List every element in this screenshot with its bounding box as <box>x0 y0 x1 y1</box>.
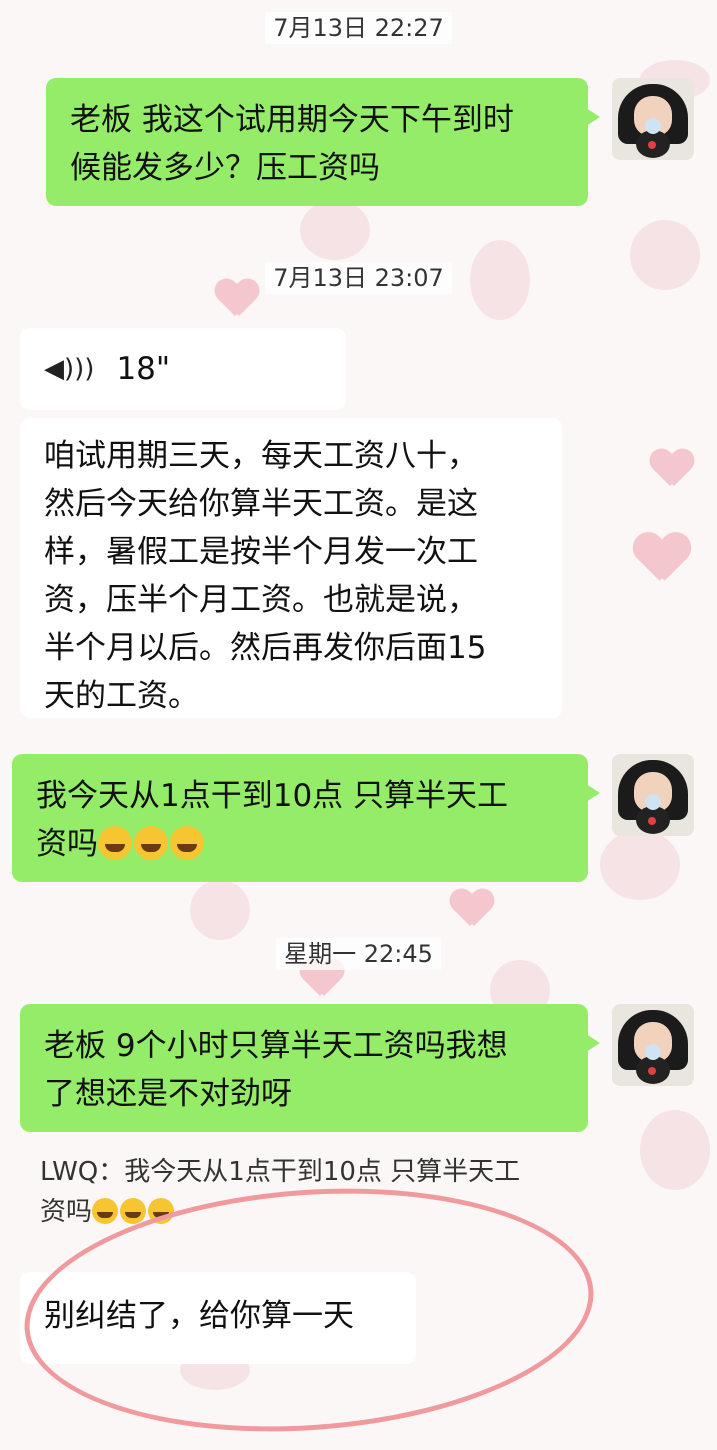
message-text-line: 然后今天给你算半天工资。是这 <box>44 486 478 522</box>
sent-message-bubble[interactable]: 老板 9个小时只算半天工资吗我想 了想还是不对劲呀 <box>20 1004 600 1132</box>
laughing-crying-emoji-icon <box>92 1198 119 1224</box>
heart-icon <box>650 450 694 490</box>
laughing-crying-emoji-icon <box>120 1198 147 1224</box>
avatar[interactable] <box>612 1004 694 1086</box>
laughing-crying-emoji-icon <box>98 826 132 860</box>
message-text-line: 天的工资。 <box>44 678 199 714</box>
timestamp: 7月13日 22:27 <box>0 8 717 44</box>
message-text-line: 我今天从1点干到10点 只算半天工 <box>36 778 509 814</box>
quoted-message[interactable]: LWQ：我今天从1点干到10点 只算半天工 资吗 <box>40 1152 600 1232</box>
quote-text-line: LWQ：我今天从1点干到10点 只算半天工 <box>40 1157 521 1187</box>
voice-icon: ◀))) <box>44 354 95 384</box>
message-text-line: 样，暑假工是按半个月发一次工 <box>44 534 478 570</box>
message-text-line: 老板 9个小时只算半天工资吗我想 <box>44 1028 508 1064</box>
background-decoration <box>190 880 250 940</box>
background-decoration <box>300 200 370 260</box>
avatar[interactable] <box>612 754 694 836</box>
message-text-line: 资，压半个月工资。也就是说， <box>44 582 478 618</box>
sent-message-bubble[interactable]: 我今天从1点干到10点 只算半天工 资吗 <box>12 754 600 882</box>
message-text-line: 别纠结了，给你算一天 <box>44 1298 354 1334</box>
sent-message-bubble[interactable]: 老板 我这个试用期今天下午到时 候能发多少？压工资吗 <box>46 78 600 206</box>
laughing-crying-emoji-icon <box>148 1198 175 1224</box>
message-text-line: 了想还是不对劲呀 <box>44 1076 292 1112</box>
quote-text-line: 资吗 <box>40 1192 600 1232</box>
timestamp: 星期一 22:45 <box>0 934 717 970</box>
avatar[interactable] <box>612 78 694 160</box>
heart-icon <box>633 534 690 586</box>
received-message-bubble[interactable]: 咱试用期三天，每天工资八十， 然后今天给你算半天工资。是这 样，暑假工是按半个月… <box>20 418 562 718</box>
message-text-line: 资吗 <box>36 820 564 868</box>
message-text-line: 半个月以后。然后再发你后面15 <box>44 630 487 666</box>
laughing-crying-emoji-icon <box>170 826 204 860</box>
background-decoration <box>600 830 680 900</box>
laughing-crying-emoji-icon <box>134 826 168 860</box>
message-text-line: 候能发多少？压工资吗 <box>70 150 380 186</box>
voice-duration: 18" <box>116 351 171 387</box>
voice-message[interactable]: ◀))) 18" <box>20 328 346 410</box>
received-message-bubble[interactable]: 别纠结了，给你算一天 <box>20 1272 416 1364</box>
timestamp: 7月13日 23:07 <box>0 258 717 294</box>
message-text-line: 咱试用期三天，每天工资八十， <box>44 438 478 474</box>
heart-icon <box>450 890 494 930</box>
message-text-line: 老板 我这个试用期今天下午到时 <box>70 102 514 138</box>
background-decoration <box>640 1110 710 1190</box>
